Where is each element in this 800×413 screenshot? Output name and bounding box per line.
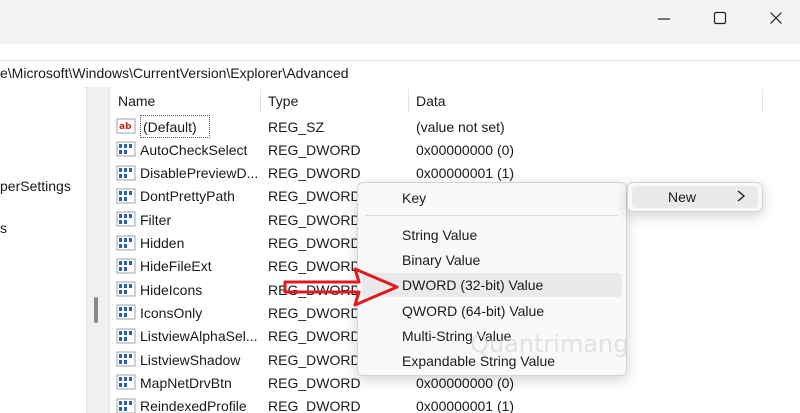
value-name: DisablePreviewD... [140,165,258,182]
value-type: REG_DWORD [268,398,361,413]
watermark: Quantrimang [470,330,629,358]
value-name: (Default) [140,115,210,138]
value-name: IconsOnly [140,304,203,321]
maximize-icon [713,11,727,25]
tree-item[interactable]: perSettings [0,178,71,194]
value-data: (value not set) [416,118,505,135]
close-icon [770,12,782,24]
value-name: HideIcons [140,281,203,298]
value-name: Hidden [140,235,185,251]
table-row[interactable]: ReindexedProfile REG_DWORD 0x00000001 (1) [110,395,800,413]
dword-value-icon [116,211,136,227]
dword-value-icon [116,281,136,297]
dword-value-icon [116,304,136,320]
key-tree-pane[interactable]: perSettings s [0,87,84,413]
value-type: REG_SZ [268,118,325,135]
value-name: MapNetDrvBtn [140,374,232,391]
maximize-button[interactable] [692,0,748,36]
address-bar[interactable]: e\Microsoft\Windows\CurrentVersion\Explo… [0,60,800,88]
value-type: REG_DWORD [268,141,361,158]
value-name: ListviewAlphaSel... [140,328,258,345]
title-bar [0,0,800,44]
value-data: 0x00000001 (1) [416,398,515,413]
dword-value-icon [116,374,136,390]
dword-value-icon [116,398,136,413]
column-header-name[interactable]: Name [110,87,260,115]
minimize-icon [658,18,670,20]
dword-value-icon [116,165,136,181]
tree-item[interactable]: s [0,220,7,236]
dword-value-icon [116,235,136,250]
menu-item-key[interactable]: Key [362,186,622,210]
tree-scrollbar[interactable] [86,87,110,413]
value-name: ListviewShadow [140,351,241,368]
menu-item-new[interactable]: New [668,189,696,205]
address-path[interactable]: e\Microsoft\Windows\CurrentVersion\Explo… [0,65,349,81]
table-row[interactable]: ab (Default) REG_SZ (value not set) [110,115,800,138]
menu-separator [366,215,618,216]
value-name: HideFileExt [140,258,212,275]
dword-value-icon [116,351,136,367]
table-row[interactable]: AutoCheckSelect REG_DWORD 0x00000000 (0) [110,138,800,161]
svg-text:ab: ab [119,122,132,132]
dword-value-icon [116,141,136,157]
value-name: DontPrettyPath [140,188,235,205]
close-button[interactable] [748,0,800,36]
column-divider[interactable] [762,89,763,113]
context-menu-new[interactable]: New [627,182,763,212]
value-name: ReindexedProfile [140,398,247,413]
string-value-icon: ab [116,118,136,134]
dword-value-icon [116,188,136,204]
dword-value-icon [116,328,136,344]
minimize-button[interactable] [636,0,692,36]
column-header-data[interactable]: Data [408,87,758,115]
value-name: Filter [140,211,172,228]
scrollbar-thumb[interactable] [94,297,98,323]
menu-item-string-value[interactable]: String Value [362,223,622,247]
value-name: AutoCheckSelect [140,141,248,158]
dword-value-icon [116,258,136,274]
annotation-arrow-icon [283,267,399,307]
chevron-right-icon [737,190,746,202]
column-header-type[interactable]: Type [260,87,408,115]
value-data: 0x00000000 (0) [416,141,515,158]
